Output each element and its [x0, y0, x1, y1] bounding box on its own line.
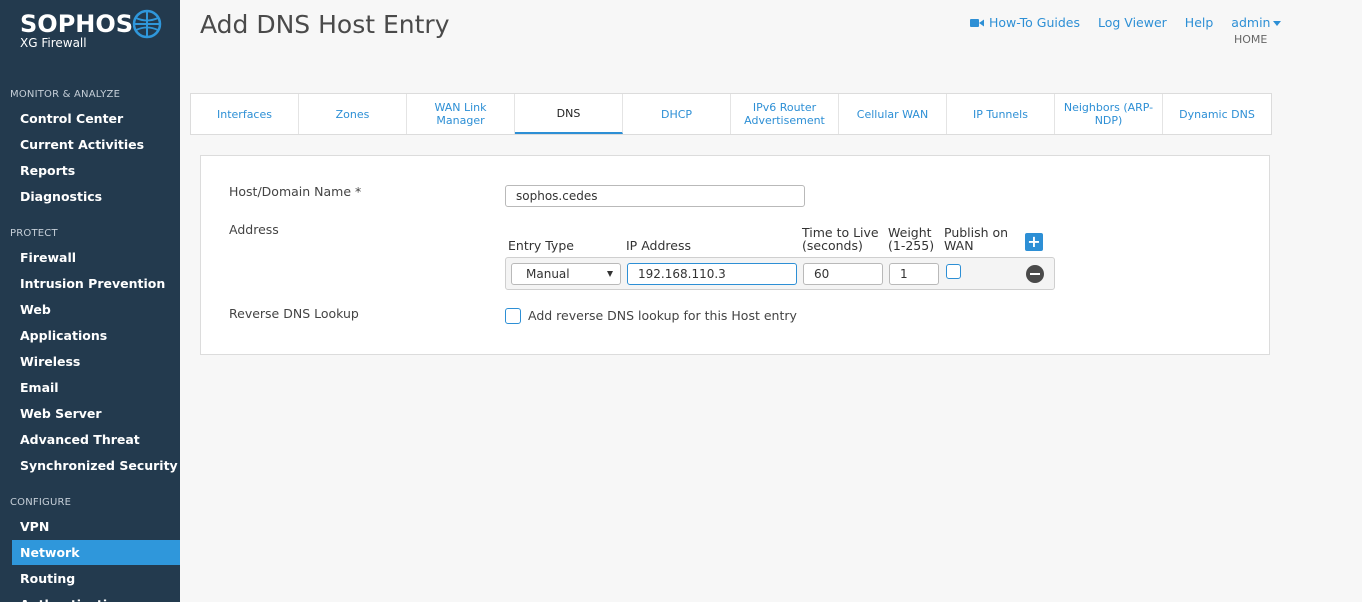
publish-header-line2: WAN — [944, 238, 974, 253]
entry-type-value: Manual — [526, 267, 570, 281]
reverse-dns-label: Reverse DNS Lookup — [229, 306, 359, 321]
caret-down-icon — [607, 271, 613, 277]
tab-ipv6-router-advertisement[interactable]: IPv6 Router Advertisement — [731, 94, 839, 134]
sidebar-item-applications[interactable]: Applications — [12, 323, 180, 348]
tab-interfaces[interactable]: Interfaces — [191, 94, 299, 134]
sidebar-item-synchronized-security[interactable]: Synchronized Security — [12, 453, 180, 478]
sidebar-item-wireless[interactable]: Wireless — [12, 349, 180, 374]
entry-type-header: Entry Type — [508, 238, 574, 253]
sidebar-item-current-activities[interactable]: Current Activities — [12, 132, 180, 157]
chevron-down-icon — [1273, 21, 1282, 26]
sidebar-item-control-center[interactable]: Control Center — [12, 106, 180, 131]
section-monitor-analyze: MONITOR & ANALYZE — [10, 89, 121, 100]
sidebar-item-web-server[interactable]: Web Server — [12, 401, 180, 426]
section-protect: PROTECT — [10, 228, 58, 239]
tab-ip-tunnels[interactable]: IP Tunnels — [947, 94, 1055, 134]
admin-label: admin — [1231, 15, 1271, 30]
weight-header-line2: (1-255) — [888, 238, 935, 253]
dns-host-form: Host/Domain Name * sophos.cedes Address … — [200, 155, 1270, 355]
host-domain-label: Host/Domain Name * — [229, 184, 362, 199]
ttl-header-line2: (seconds) — [802, 238, 863, 253]
tab-dynamic-dns[interactable]: Dynamic DNS — [1163, 94, 1271, 134]
address-row: Manual 192.168.110.3 60 1 — [505, 257, 1055, 290]
ttl-input[interactable]: 60 — [803, 263, 883, 285]
remove-row-button[interactable] — [1026, 265, 1044, 283]
reverse-dns-checkbox[interactable] — [505, 308, 521, 324]
how-to-guides-link[interactable]: How-To Guides — [970, 15, 1080, 30]
sidebar-item-advanced-threat[interactable]: Advanced Threat — [12, 427, 180, 452]
section-configure: CONFIGURE — [10, 497, 72, 508]
sidebar-item-web[interactable]: Web — [12, 297, 180, 322]
sidebar-item-authentication[interactable]: Authentication — [12, 592, 180, 602]
tab-zones[interactable]: Zones — [299, 94, 407, 134]
sidebar: SOPHOS XG Firewall MONITOR & ANALYZE Con… — [0, 0, 180, 602]
tab-dhcp[interactable]: DHCP — [623, 94, 731, 134]
entry-type-select[interactable]: Manual — [511, 263, 621, 285]
globe-icon — [132, 9, 162, 39]
sidebar-item-network[interactable]: Network — [12, 540, 180, 565]
sidebar-item-intrusion-prevention[interactable]: Intrusion Prevention — [12, 271, 180, 296]
tab-bar: Interfaces Zones WAN Link Manager DNS DH… — [190, 93, 1272, 135]
tab-neighbors[interactable]: Neighbors (ARP-NDP) — [1055, 94, 1163, 134]
home-label: HOME — [1234, 33, 1268, 46]
tab-dns[interactable]: DNS — [515, 94, 623, 134]
brand-name: SOPHOS — [20, 10, 134, 38]
ttl-header: Time to Live (seconds) — [802, 226, 879, 252]
weight-input[interactable]: 1 — [889, 263, 939, 285]
product-name: XG Firewall — [20, 36, 87, 50]
sidebar-item-diagnostics[interactable]: Diagnostics — [12, 184, 180, 209]
address-label: Address — [229, 222, 279, 237]
page-title: Add DNS Host Entry — [200, 10, 450, 39]
sidebar-item-firewall[interactable]: Firewall — [12, 245, 180, 270]
publish-on-wan-checkbox[interactable] — [946, 264, 961, 279]
brand-logo[interactable]: SOPHOS XG Firewall — [20, 10, 133, 50]
plus-icon: + — [1027, 232, 1041, 251]
sidebar-item-email[interactable]: Email — [12, 375, 180, 400]
log-viewer-link[interactable]: Log Viewer — [1098, 15, 1167, 30]
ip-address-header: IP Address — [626, 238, 691, 253]
how-to-guides-label: How-To Guides — [989, 15, 1080, 30]
sidebar-item-vpn[interactable]: VPN — [12, 514, 180, 539]
sidebar-item-routing[interactable]: Routing — [12, 566, 180, 591]
weight-header: Weight (1-255) — [888, 226, 934, 252]
top-links: How-To Guides Log Viewer Help admin — [970, 15, 1317, 30]
admin-menu[interactable]: admin — [1231, 15, 1299, 30]
ip-address-input[interactable]: 192.168.110.3 — [627, 263, 797, 285]
tab-cellular-wan[interactable]: Cellular WAN — [839, 94, 947, 134]
add-row-button[interactable]: + — [1025, 233, 1043, 251]
help-link[interactable]: Help — [1185, 15, 1214, 30]
reverse-dns-checkbox-label[interactable]: Add reverse DNS lookup for this Host ent… — [528, 308, 797, 323]
publish-header: Publish on WAN — [944, 226, 1008, 252]
video-camera-icon — [970, 18, 984, 27]
host-domain-input[interactable]: sophos.cedes — [505, 185, 805, 207]
tab-wan-link-manager[interactable]: WAN Link Manager — [407, 94, 515, 134]
sidebar-item-reports[interactable]: Reports — [12, 158, 180, 183]
